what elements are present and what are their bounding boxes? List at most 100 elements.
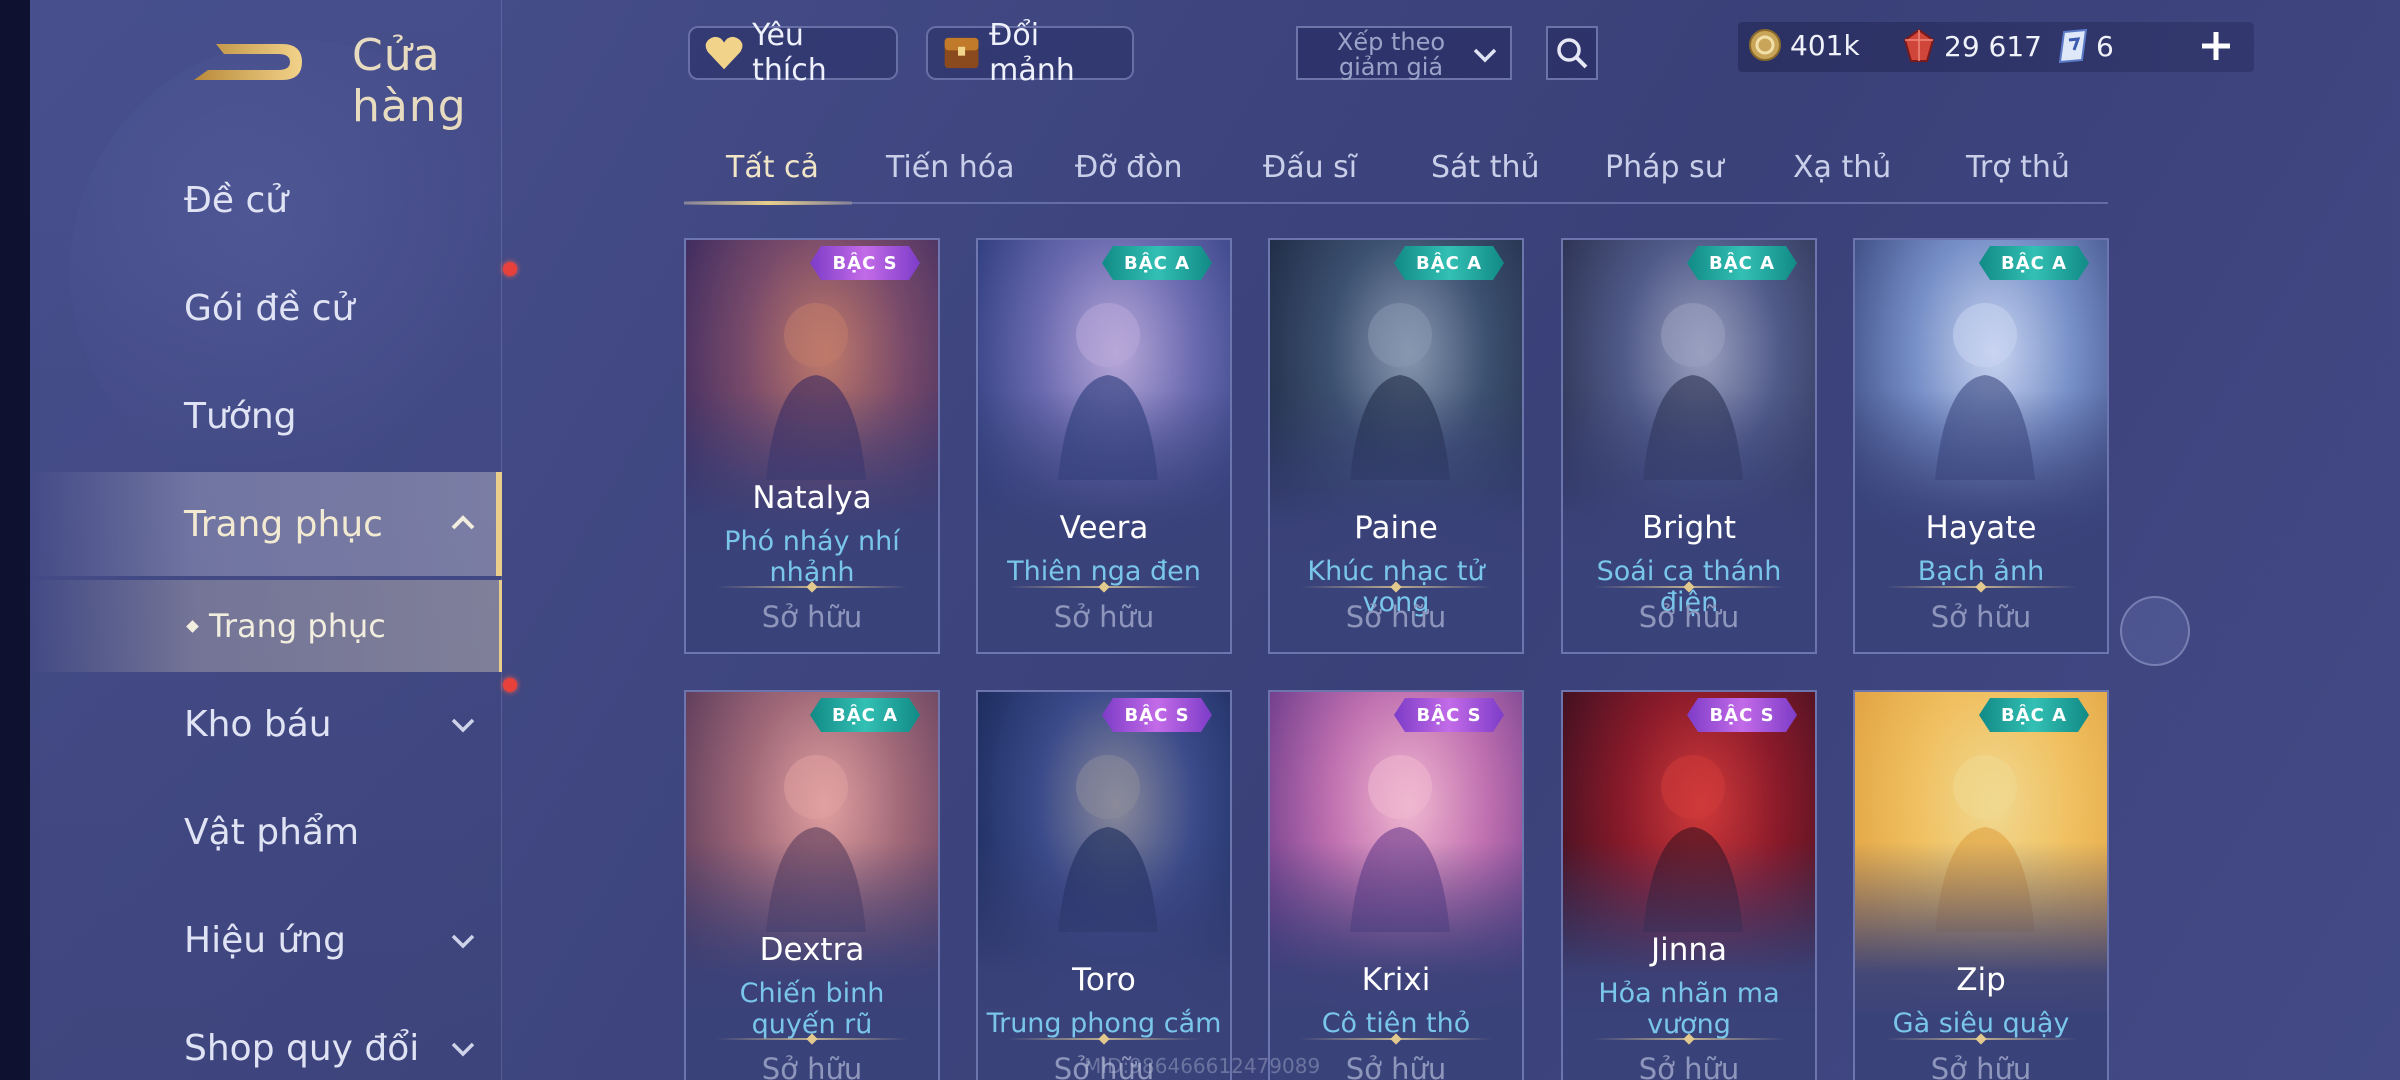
tier-badge: BẬC A [1979,698,2089,732]
sidebar-item-label: Hiệu ứng [184,919,346,961]
exchange-fragments-label: Đổi mảnh [989,18,1075,88]
tab-all[interactable]: Tất cả [726,150,819,185]
notification-dot [503,678,517,692]
tier-badge: BẬC A [810,698,920,732]
tier-badge: BẬC A [1394,246,1504,280]
favorites-button[interactable]: Yêu thích [688,18,898,88]
sidebar-item-label: Kho báu [184,703,332,745]
card-fade [1855,390,2107,580]
sidebar-item-label: Gói đề cử [184,287,355,329]
back-button[interactable] [186,32,310,90]
player-id-watermark: MID:986466612479089 [1084,1054,1321,1078]
hero-name: Natalya [752,480,872,516]
chevron-down-icon [451,934,475,949]
hero-name: Paine [1354,510,1438,546]
search-icon [1557,38,1588,69]
skin-card[interactable]: BẬC A Dextra Chiến binh quyến rũ Sở hữu [684,690,940,1080]
chevron-up-icon [451,515,475,530]
card-fade [978,390,1230,580]
voucher-value: 6 [2096,29,2114,63]
ownership-status: Sở hữu [1345,600,1447,634]
tier-badge: BẬC A [1979,246,2089,280]
hero-name: Bright [1641,510,1737,546]
tab-assassin[interactable]: Sát thủ [1431,150,1540,185]
skin-card[interactable]: BẬC A Veera Thiên nga đen Sở hữu [976,238,1232,654]
sidebar: Cửa hàng Đề cử Gói đề cử Tướng Trang phụ… [30,0,530,1080]
ownership-status: Sở hữu [1053,600,1155,634]
sidebar-item-items[interactable]: Vật phẩm [30,782,502,882]
ownership-status: Sở hữu [761,600,863,634]
skin-card[interactable]: BẬC A Bright Soái ca thánh điện Sở hữu [1561,238,1817,654]
ownership-status: Sở hữu [1638,600,1740,634]
sidebar-item-treasure[interactable]: Kho báu [30,674,502,774]
voucher-icon [2058,28,2088,64]
sidebar-item-heroes[interactable]: Tướng [30,366,502,466]
skin-card[interactable]: BẬC A Hayate Bạch ảnh Sở hữu [1853,238,2109,654]
gem-value: 29 617 [1944,29,2042,63]
sidebar-subitem-label: Trang phục [209,607,386,645]
treasure-chest-icon [944,37,979,69]
sidebar-item-label: Tướng [184,395,297,437]
skin-card[interactable]: BẬC S Natalya Phó nháy nhí nhảnh Sở hữu [684,238,940,654]
back-arrow-icon [194,44,302,80]
ownership-status: Sở hữu [1930,600,2032,634]
skin-name: Phó nháy nhí nhảnh [724,526,900,588]
tier-badge: BẬC A [1102,246,1212,280]
sidebar-item-label: Trang phục [184,503,383,545]
sidebar-item-skins[interactable]: Trang phục [30,472,502,576]
hero-name: Toro [1072,962,1136,998]
tab-fighter[interactable]: Đấu sĩ [1263,150,1357,185]
sidebar-item-recommended[interactable]: Đề cử [30,150,502,250]
sort-dropdown-label: Xếp theo giảm giá [1336,28,1446,81]
hero-name: Hayate [1925,510,2037,546]
tier-badge: BẬC S [810,246,920,280]
hero-name: Veera [1059,510,1149,546]
card-fade [1270,842,1522,1032]
heart-icon [705,36,743,70]
ruby-gem-icon [1903,28,1935,62]
voucher-balance: 6 [2058,28,2114,64]
tab-tank[interactable]: Đỡ đòn [1075,150,1183,185]
tier-badge: BẬC S [1687,698,1797,732]
chevron-down-icon [451,1042,475,1057]
ownership-status: Sở hữu [761,1052,863,1080]
skin-card[interactable]: BẬC S Krixi Cô tiên thỏ Sở hữu [1268,690,1524,1080]
chevron-down-icon [451,718,475,733]
tab-evolution[interactable]: Tiến hóa [886,150,1015,185]
hero-name: Jinna [1650,932,1728,968]
tab-mage[interactable]: Pháp sư [1605,150,1724,185]
active-tab-indicator [684,201,852,205]
bullet-icon [186,619,199,633]
ownership-status: Sở hữu [1638,1052,1740,1080]
ownership-status: Sở hữu [1930,1052,2032,1080]
tier-badge: BẬC S [1102,698,1212,732]
sidebar-item-effects[interactable]: Hiệu ứng [30,890,502,990]
gold-balance: 401k [1748,28,1860,62]
floating-assist-button[interactable] [2120,596,2190,666]
hero-name: Krixi [1361,962,1431,998]
tier-badge: BẬC A [1687,246,1797,280]
sidebar-subitem-skins[interactable]: Trang phục [30,580,502,672]
gem-balance: 29 617 [1902,28,2042,64]
gold-value: 401k [1790,28,1860,62]
exchange-fragments-button[interactable]: Đổi mảnh [926,18,1134,88]
card-fade [1563,390,1815,580]
card-fade [978,842,1230,1032]
skin-card[interactable]: BẬC S Toro Trung phong cắm Sở hữu [976,690,1232,1080]
skin-card[interactable]: BẬC A Paine Khúc nhạc tử vong Sở hữu [1268,238,1524,654]
sort-dropdown[interactable]: Xếp theo giảm giá [1296,26,1512,80]
chevron-down-icon [1473,48,1497,63]
category-tabs: Tất cả Tiến hóa Đỡ đòn Đấu sĩ Sát thủ Ph… [684,140,2108,205]
card-fade [1270,390,1522,580]
hero-name: Zip [1956,962,2006,998]
page-title: Cửa hàng [352,30,467,132]
add-currency-button[interactable] [2196,24,2236,68]
tab-marksman[interactable]: Xạ thủ [1793,150,1891,185]
skin-card[interactable]: BẬC A Zip Gà siêu quậy Sở hữu [1853,690,2109,1080]
search-button[interactable] [1546,26,1598,80]
sidebar-item-exchange-shop[interactable]: Shop quy đổi [30,998,502,1080]
screen-edge [0,0,30,1080]
skin-card[interactable]: BẬC S Jinna Hỏa nhãn ma vương Sở hữu [1561,690,1817,1080]
sidebar-item-recommended-packs[interactable]: Gói đề cử [30,258,502,358]
tab-support[interactable]: Trợ thủ [1966,150,2070,185]
